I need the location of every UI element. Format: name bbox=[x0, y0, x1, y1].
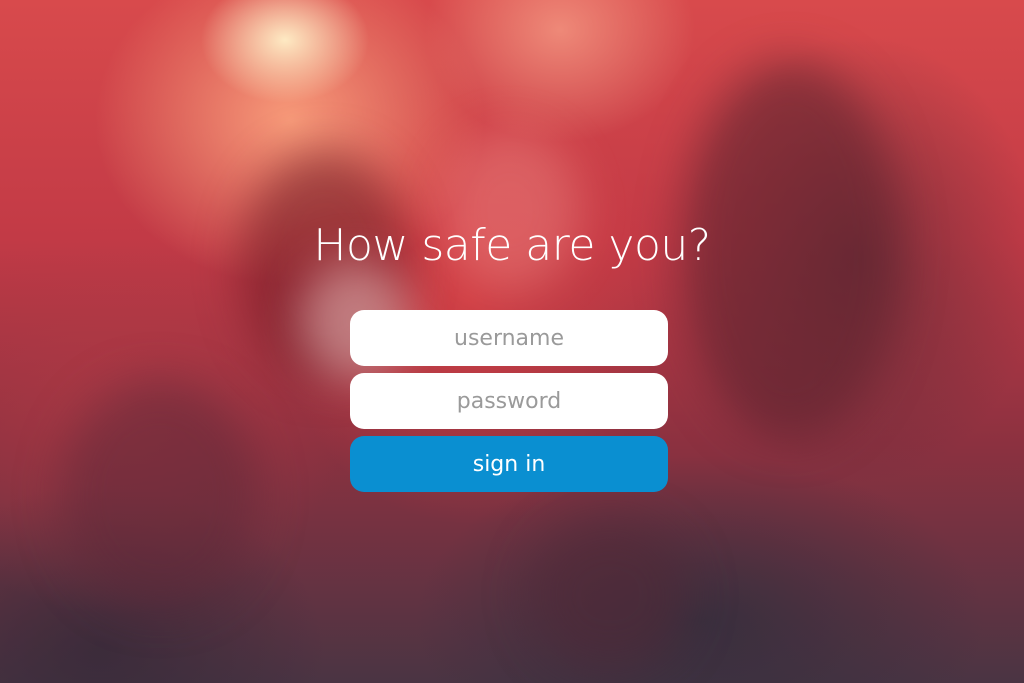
page-title: How safe are you? bbox=[313, 220, 711, 271]
login-form: How safe are you? sign in bbox=[0, 0, 1024, 683]
login-screen: How safe are you? sign in bbox=[0, 0, 1024, 683]
sign-in-button[interactable]: sign in bbox=[350, 436, 668, 492]
password-input[interactable] bbox=[350, 373, 668, 429]
username-input[interactable] bbox=[350, 310, 668, 366]
